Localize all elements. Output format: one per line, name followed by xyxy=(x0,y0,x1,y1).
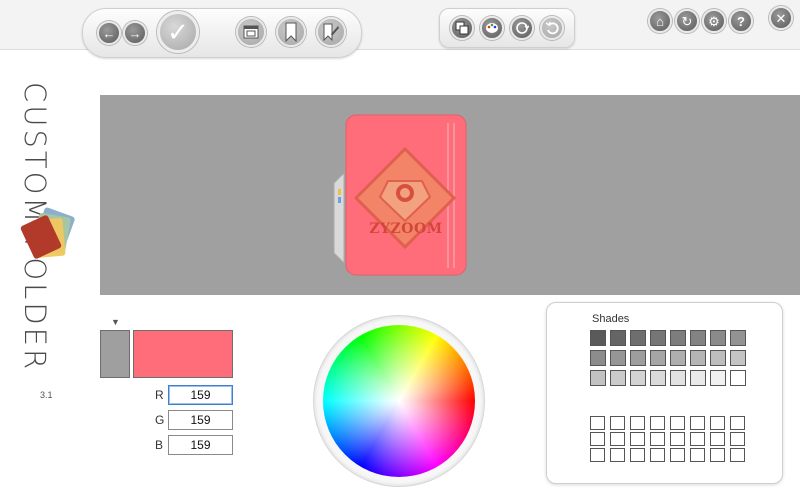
custom-color-slot[interactable] xyxy=(690,416,705,430)
shade-swatch[interactable] xyxy=(630,330,646,346)
original-color-swatch[interactable] xyxy=(100,330,130,378)
shades-title: Shades xyxy=(592,313,630,325)
shade-swatch[interactable] xyxy=(690,350,706,366)
apply-checkmark-icon[interactable]: ✓ xyxy=(157,11,199,53)
r-label: R xyxy=(155,388,164,402)
folder-preview-icon: ZYZOOM xyxy=(330,113,470,278)
custom-color-slot[interactable] xyxy=(630,448,645,462)
shade-swatch[interactable] xyxy=(730,330,746,346)
shade-swatch[interactable] xyxy=(670,330,686,346)
window-icon[interactable] xyxy=(236,17,266,47)
custom-color-slot[interactable] xyxy=(610,432,625,446)
shade-swatch[interactable] xyxy=(690,370,706,386)
shade-swatch[interactable] xyxy=(630,370,646,386)
shade-swatch[interactable] xyxy=(630,350,646,366)
custom-color-slot[interactable] xyxy=(590,432,605,446)
main-toolbar-group: ← → ✓ xyxy=(82,8,362,58)
app-logo xyxy=(18,205,82,269)
forward-arrow-icon[interactable]: → xyxy=(123,21,147,45)
custom-color-slot[interactable] xyxy=(590,416,605,430)
folder-preview-area: ZYZOOM xyxy=(100,95,800,295)
shade-swatch[interactable] xyxy=(590,370,606,386)
shade-swatch[interactable] xyxy=(610,350,626,366)
color-wheel-frame xyxy=(313,315,485,487)
custom-color-slot[interactable] xyxy=(690,448,705,462)
custom-color-slot[interactable] xyxy=(730,432,745,446)
version-label: 3.1 xyxy=(40,390,53,400)
current-swatch-marker: ▼ xyxy=(111,317,120,327)
shade-swatch[interactable] xyxy=(610,370,626,386)
custom-color-slot[interactable] xyxy=(710,448,725,462)
top-toolbar: ← → ✓ ⌂ ↻ ⚙ ? ✕ xyxy=(0,0,800,58)
custom-color-slot[interactable] xyxy=(650,416,665,430)
folder-emblem-text: ZYZOOM xyxy=(369,221,443,237)
shade-swatch[interactable] xyxy=(590,330,606,346)
custom-color-slot[interactable] xyxy=(630,416,645,430)
custom-color-slot[interactable] xyxy=(670,448,685,462)
shade-swatch[interactable] xyxy=(690,330,706,346)
r-value-input[interactable] xyxy=(168,385,233,405)
custom-color-slot[interactable] xyxy=(730,448,745,462)
shade-swatch[interactable] xyxy=(710,370,726,386)
shade-swatch[interactable] xyxy=(650,330,666,346)
custom-color-slot[interactable] xyxy=(690,432,705,446)
custom-color-slot[interactable] xyxy=(670,432,685,446)
custom-color-slot[interactable] xyxy=(610,416,625,430)
palette-icon[interactable] xyxy=(480,16,504,40)
shade-swatch[interactable] xyxy=(730,370,746,386)
shade-swatch[interactable] xyxy=(650,370,666,386)
home-icon[interactable]: ⌂ xyxy=(648,9,672,33)
custom-color-slot[interactable] xyxy=(650,432,665,446)
undo-icon[interactable] xyxy=(540,16,564,40)
back-arrow-icon[interactable]: ← xyxy=(97,21,121,45)
shade-swatch[interactable] xyxy=(730,350,746,366)
edit-tag-icon[interactable] xyxy=(316,17,346,47)
shades-panel: Shades xyxy=(546,302,783,484)
shade-swatch[interactable] xyxy=(670,370,686,386)
color-wheel[interactable] xyxy=(323,325,475,477)
tools-toolbar-group xyxy=(439,8,575,48)
shade-swatch[interactable] xyxy=(710,350,726,366)
custom-color-slot[interactable] xyxy=(710,432,725,446)
bookmark-icon[interactable] xyxy=(276,17,306,47)
gear-icon[interactable]: ⚙ xyxy=(702,9,726,33)
close-icon[interactable]: ✕ xyxy=(769,6,793,30)
shade-swatch[interactable] xyxy=(710,330,726,346)
g-value-input[interactable] xyxy=(168,410,233,430)
shade-swatch[interactable] xyxy=(650,350,666,366)
new-color-swatch[interactable] xyxy=(133,330,233,378)
shade-swatch[interactable] xyxy=(670,350,686,366)
help-icon[interactable]: ? xyxy=(729,9,753,33)
shuffle-icon[interactable] xyxy=(510,16,534,40)
b-label: B xyxy=(155,438,164,452)
shade-swatch[interactable] xyxy=(590,350,606,366)
custom-color-slot[interactable] xyxy=(650,448,665,462)
custom-color-slot[interactable] xyxy=(590,448,605,462)
b-value-input[interactable] xyxy=(168,435,233,455)
copy-icon[interactable] xyxy=(450,16,474,40)
custom-color-slot[interactable] xyxy=(630,432,645,446)
custom-color-slot[interactable] xyxy=(710,416,725,430)
custom-color-slot[interactable] xyxy=(730,416,745,430)
shade-swatch[interactable] xyxy=(610,330,626,346)
refresh-icon[interactable]: ↻ xyxy=(675,9,699,33)
g-label: G xyxy=(155,413,165,427)
custom-color-slot[interactable] xyxy=(670,416,685,430)
custom-color-slot[interactable] xyxy=(610,448,625,462)
